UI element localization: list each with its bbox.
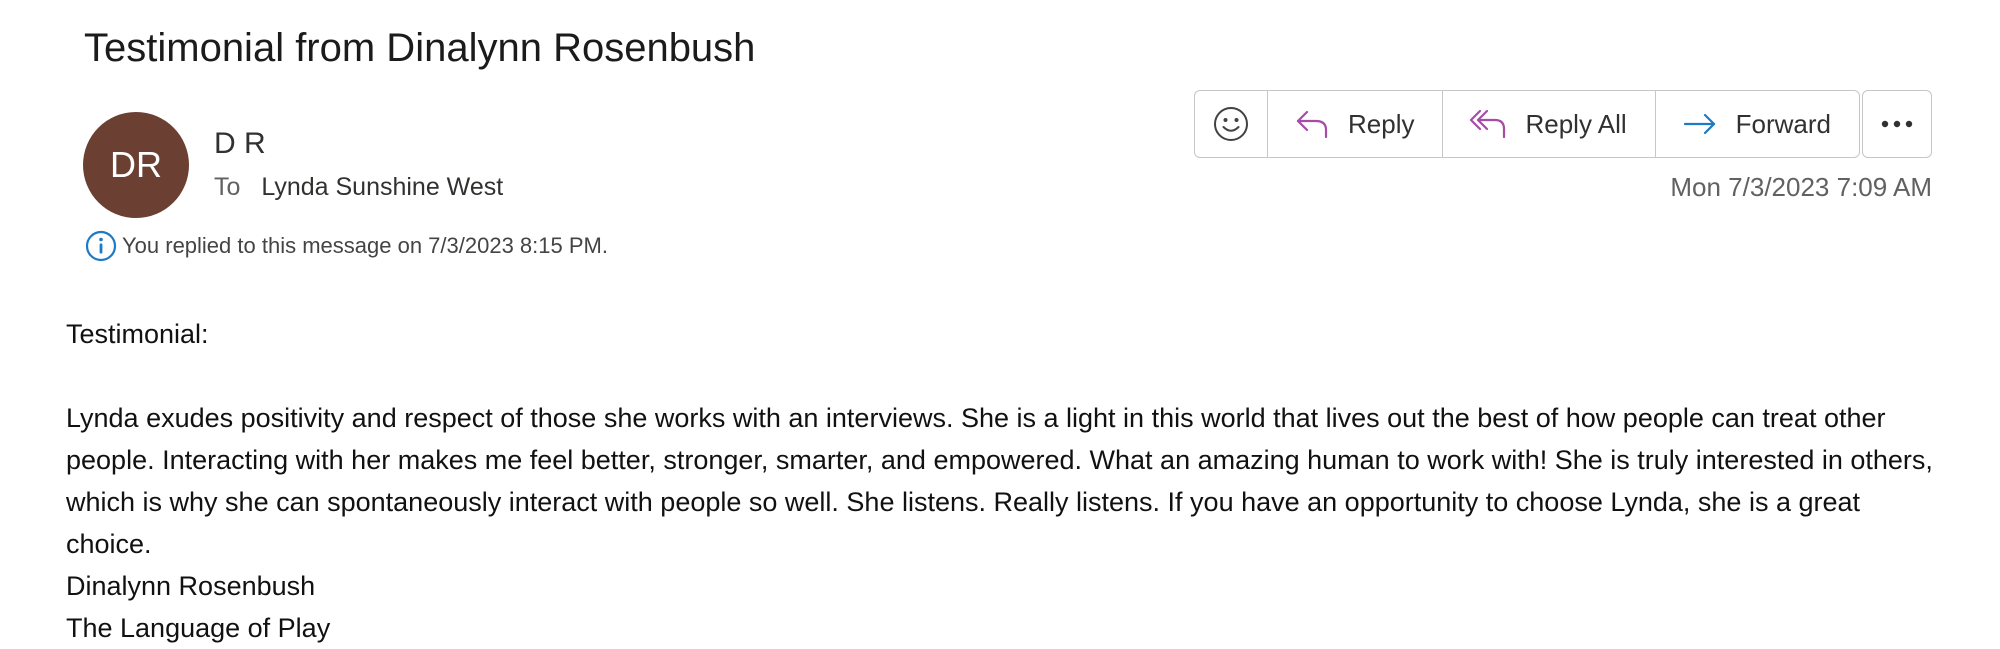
message-subject: Testimonial from Dinalynn Rosenbush	[84, 26, 756, 70]
reply-all-label: Reply All	[1525, 108, 1627, 139]
reply-label: Reply	[1348, 108, 1415, 139]
signature-name: Dinalynn Rosenbush	[66, 571, 316, 601]
message-body: Testimonial: Lynda exudes positivity and…	[66, 313, 1946, 649]
smiley-icon	[1214, 107, 1248, 141]
avatar-initials: DR	[110, 144, 162, 185]
forward-arrow-icon	[1683, 113, 1715, 135]
recipient-line: To Lynda Sunshine West	[214, 173, 503, 202]
reply-info-bar: You replied to this message on 7/3/2023 …	[84, 229, 608, 263]
forward-button[interactable]: Forward	[1656, 91, 1859, 157]
reply-all-icon	[1470, 109, 1506, 139]
reply-all-button[interactable]: Reply All	[1443, 91, 1656, 157]
body-heading: Testimonial:	[66, 319, 209, 349]
message-timestamp: Mon 7/3/2023 7:09 AM	[1670, 172, 1932, 202]
emoji-reaction-button[interactable]	[1195, 91, 1268, 157]
body-paragraph: Lynda exudes positivity and respect of t…	[66, 403, 1933, 559]
signature-organization: The Language of Play	[66, 613, 331, 643]
reply-button[interactable]: Reply	[1268, 91, 1444, 157]
recipient-name[interactable]: Lynda Sunshine West	[261, 173, 503, 201]
info-icon	[85, 230, 117, 262]
sender-avatar[interactable]: DR	[83, 112, 189, 218]
forward-label: Forward	[1735, 108, 1831, 139]
ellipsis-icon	[1881, 120, 1913, 128]
reply-info-text: You replied to this message on 7/3/2023 …	[122, 233, 608, 258]
more-actions-button[interactable]	[1862, 90, 1932, 158]
to-label: To	[214, 173, 241, 201]
reply-icon	[1296, 110, 1328, 139]
message-action-toolbar: Reply Reply All Forward	[1194, 90, 1860, 158]
sender-name[interactable]: D R	[214, 127, 266, 161]
